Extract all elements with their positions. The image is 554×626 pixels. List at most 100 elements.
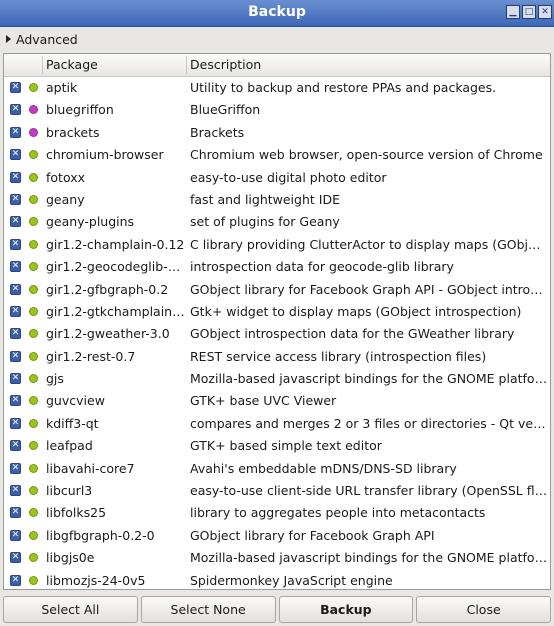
row-checkbox[interactable]: ✕ — [10, 283, 21, 295]
row-checkbox[interactable]: ✕ — [10, 574, 21, 586]
status-dot-icon — [29, 374, 38, 384]
status-dot-icon — [29, 127, 38, 137]
table-row[interactable]: ✕ kdiff3-qt compares and merges 2 or 3 fil… — [4, 413, 550, 435]
row-checkbox[interactable]: ✕ — [10, 529, 21, 541]
list-header: Package Description — [4, 54, 550, 77]
package-name: libavahi-core7 — [46, 460, 135, 476]
package-name: geany — [46, 191, 85, 207]
package-name: gir1.2-rest-0.7 — [46, 348, 136, 364]
window-controls: ▁ □ ✕ — [506, 5, 552, 19]
window-title: Backup — [248, 4, 306, 20]
package-name: aptik — [46, 80, 78, 95]
row-checkbox[interactable]: ✕ — [10, 552, 21, 564]
header-separator — [186, 56, 187, 74]
status-dot-icon — [29, 262, 38, 272]
status-dot-icon — [29, 284, 38, 294]
row-checkbox[interactable]: ✕ — [10, 507, 21, 519]
table-row[interactable]: ✕ guvcview GTK+ base UVC Viewer — [4, 390, 550, 412]
table-row[interactable]: ✕ gir1.2-champlain-0.12 C library providin… — [4, 234, 550, 256]
package-name: brackets — [46, 124, 100, 140]
package-description: GObject introspection data for the GWeat… — [190, 326, 515, 342]
package-description: Mozilla-based javascript bindings for th… — [190, 550, 548, 566]
row-checkbox[interactable]: ✕ — [10, 417, 21, 429]
maximize-button[interactable]: □ — [522, 5, 536, 19]
status-dot-icon — [29, 83, 38, 92]
status-dot-icon — [29, 172, 38, 182]
table-row[interactable]: ✕ fotoxx easy-to-use digital photo editor — [4, 167, 550, 189]
table-row[interactable]: ✕ brackets Brackets — [4, 122, 550, 144]
row-checkbox[interactable]: ✕ — [10, 485, 21, 497]
package-name: libfolks25 — [46, 505, 107, 521]
row-checkbox[interactable]: ✕ — [10, 373, 21, 385]
table-row[interactable]: ✕ aptik Utility to backup and restore PPAs… — [4, 77, 550, 99]
package-name: gir1.2-geocodeglib-1.0 — [46, 259, 186, 275]
column-header-package[interactable]: Package — [46, 54, 98, 76]
row-checkbox[interactable]: ✕ — [10, 328, 21, 340]
table-row[interactable]: ✕ gir1.2-gfbgraph-0.2 GObject library for … — [4, 279, 550, 301]
row-checkbox[interactable]: ✕ — [10, 104, 21, 116]
row-checkbox[interactable]: ✕ — [10, 82, 21, 93]
select-none-button[interactable]: Select None — [140, 596, 276, 623]
table-row[interactable]: ✕ leafpad GTK+ based simple text editor — [4, 435, 550, 457]
package-name: chromium-browser — [46, 147, 164, 163]
table-row[interactable]: ✕ libfolks25 library to aggregates people … — [4, 502, 550, 524]
table-row[interactable]: ✕ chromium-browser Chromium web browser, o… — [4, 144, 550, 166]
table-row[interactable]: ✕ gir1.2-geocodeglib-1.0 introspection dat… — [4, 256, 550, 278]
package-rows: ✕ aptik Utility to backup and restore PPAs… — [4, 77, 550, 589]
row-checkbox[interactable]: ✕ — [10, 305, 21, 317]
expander-arrow-icon — [6, 35, 11, 43]
package-list[interactable]: Package Description ✕ aptik Utility to bac… — [3, 53, 551, 590]
table-row[interactable]: ✕ geany-plugins set of plugins for Geany — [4, 211, 550, 233]
status-dot-icon — [29, 553, 38, 563]
row-checkbox[interactable]: ✕ — [10, 350, 21, 362]
row-checkbox[interactable]: ✕ — [10, 261, 21, 273]
package-name: libgjs0e — [46, 550, 95, 566]
package-name: geany-plugins — [46, 214, 135, 230]
row-checkbox[interactable]: ✕ — [10, 462, 21, 474]
status-dot-icon — [29, 508, 38, 518]
table-row[interactable]: ✕ gir1.2-gweather-3.0 GObject introspectio… — [4, 323, 550, 345]
package-name: gir1.2-gweather-3.0 — [46, 326, 170, 342]
package-description: Avahi's embeddable mDNS/DNS-SD library — [190, 460, 457, 476]
table-row[interactable]: ✕ bluegriffon BlueGriffon — [4, 99, 550, 121]
table-row[interactable]: ✕ libmozjs-24-0v5 Spidermonkey JavaScript … — [4, 570, 550, 589]
row-checkbox[interactable]: ✕ — [10, 440, 21, 452]
table-row[interactable]: ✕ gir1.2-rest-0.7 REST service access libr… — [4, 346, 550, 368]
package-description: REST service access library (introspecti… — [190, 348, 487, 364]
package-description: GTK+ based simple text editor — [190, 438, 382, 454]
row-checkbox[interactable]: ✕ — [10, 216, 21, 228]
table-row[interactable]: ✕ libgjs0e Mozilla-based javascript bindin… — [4, 547, 550, 569]
advanced-expander[interactable]: Advanced — [6, 30, 78, 48]
close-window-button[interactable]: ✕ — [538, 5, 552, 19]
row-checkbox[interactable]: ✕ — [10, 149, 21, 161]
backup-button[interactable]: Backup — [278, 596, 414, 623]
table-row[interactable]: ✕ geany fast and lightweight IDE — [4, 189, 550, 211]
row-checkbox[interactable]: ✕ — [10, 126, 21, 138]
package-name: gir1.2-gfbgraph-0.2 — [46, 281, 169, 297]
column-header-description[interactable]: Description — [190, 54, 261, 76]
package-description: GTK+ base UVC Viewer — [190, 393, 337, 409]
row-checkbox[interactable]: ✕ — [10, 193, 21, 205]
package-name: kdiff3-qt — [46, 415, 99, 431]
package-description: GObject library for Facebook Graph API -… — [190, 281, 548, 297]
table-row[interactable]: ✕ gjs Mozilla-based javascript bindings fo… — [4, 368, 550, 390]
minimize-button[interactable]: ▁ — [506, 5, 520, 19]
package-name: gir1.2-champlain-0.12 — [46, 236, 185, 252]
package-name: gir1.2-gtkchamplain-0.… — [46, 303, 186, 319]
table-row[interactable]: ✕ gir1.2-gtkchamplain-0.… Gtk+ widget to d… — [4, 301, 550, 323]
table-row[interactable]: ✕ libavahi-core7 Avahi's embeddable mDNS/D… — [4, 458, 550, 480]
status-dot-icon — [29, 351, 38, 361]
status-dot-icon — [29, 329, 38, 339]
table-row[interactable]: ✕ libgfbgraph-0.2-0 GObject library for Fa… — [4, 525, 550, 547]
package-name: libmozjs-24-0v5 — [46, 572, 146, 588]
close-button[interactable]: Close — [416, 596, 551, 623]
row-checkbox[interactable]: ✕ — [10, 238, 21, 250]
table-row[interactable]: ✕ libcurl3 easy-to-use client-side URL tra… — [4, 480, 550, 502]
row-checkbox[interactable]: ✕ — [10, 171, 21, 183]
row-checkbox[interactable]: ✕ — [10, 395, 21, 407]
select-all-button[interactable]: Select All — [3, 596, 138, 623]
status-dot-icon — [29, 306, 38, 316]
status-dot-icon — [29, 575, 38, 585]
status-dot-icon — [29, 217, 38, 227]
package-name: guvcview — [46, 393, 105, 409]
